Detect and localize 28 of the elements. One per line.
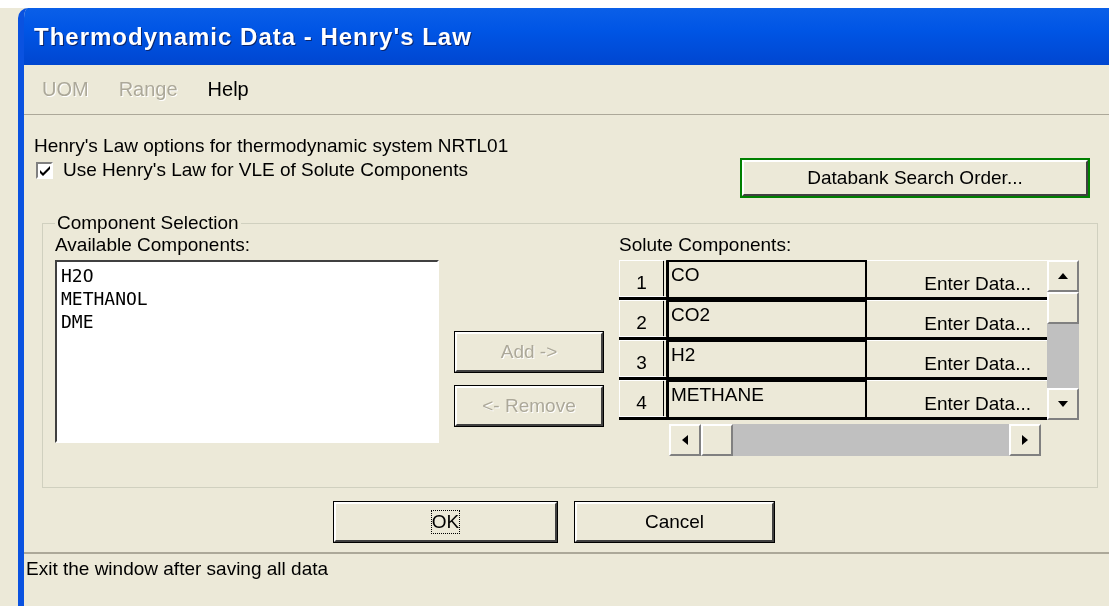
menu-item[interactable]: Help xyxy=(207,78,249,101)
row-number: 1 xyxy=(619,260,667,297)
row-number: 2 xyxy=(619,300,667,337)
row-number: 4 xyxy=(619,380,667,417)
group-title: Component Selection xyxy=(56,212,240,234)
window-title: Thermodynamic Data - Henry's Law xyxy=(24,8,1109,65)
up-arrow-icon xyxy=(1057,271,1069,281)
list-item[interactable]: DME xyxy=(61,310,433,333)
checkbox-label: Use Henry's Law for VLE of Solute Components xyxy=(63,159,468,181)
scroll-thumb[interactable] xyxy=(701,424,733,456)
available-list[interactable]: H2O METHANOL DME xyxy=(55,260,439,443)
databank-search-order-button[interactable]: Databank Search Order... xyxy=(742,160,1088,196)
horizontal-scrollbar[interactable] xyxy=(669,424,1041,456)
cancel-button[interactable]: Cancel xyxy=(575,502,774,542)
status-bar: Exit the window after saving all data xyxy=(24,552,1109,592)
available-label: Available Components: xyxy=(55,234,252,256)
ok-button[interactable]: OK xyxy=(334,502,557,542)
row-number: 3 xyxy=(619,340,667,377)
solute-label: Solute Components: xyxy=(619,234,793,256)
left-arrow-icon xyxy=(680,434,690,446)
list-item[interactable]: METHANOL xyxy=(61,287,433,310)
right-arrow-icon xyxy=(1020,434,1030,446)
vertical-scrollbar[interactable] xyxy=(1047,260,1079,420)
down-arrow-icon xyxy=(1057,399,1069,409)
checkbox[interactable] xyxy=(36,161,53,179)
list-item[interactable]: H2O xyxy=(61,264,433,287)
scroll-thumb[interactable] xyxy=(1047,292,1079,324)
description-text: Henry's Law options for thermodynamic system NRTL01 xyxy=(34,135,510,157)
